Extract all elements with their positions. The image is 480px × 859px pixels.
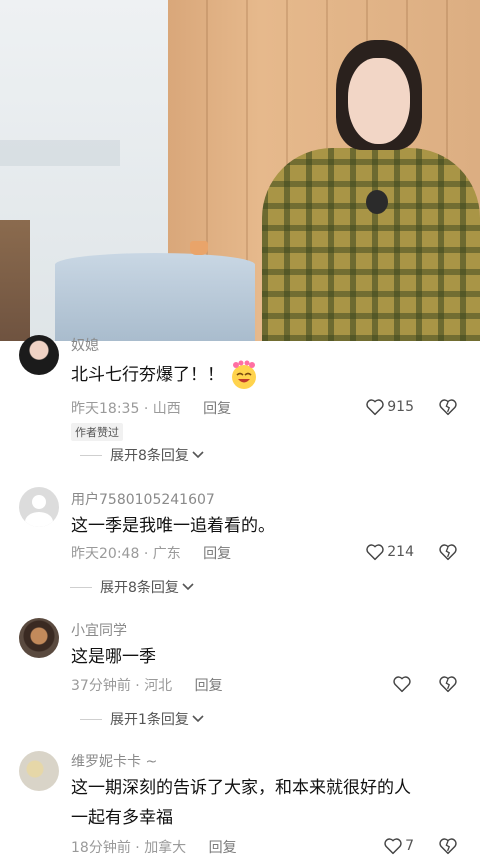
comment-location: 广东	[152, 546, 181, 562]
dislike-button[interactable]	[438, 543, 458, 565]
like-button[interactable]: 7	[383, 837, 414, 855]
comment-username[interactable]: 维罗妮卡卡 ~	[71, 751, 157, 771]
reply-button[interactable]: 回复	[203, 546, 231, 562]
laughing-emoji-icon	[232, 360, 256, 389]
avatar[interactable]	[19, 751, 59, 791]
comment-location: 加拿大	[144, 840, 187, 856]
expand-replies-button[interactable]: 展开1条回复	[80, 709, 204, 729]
comment-username[interactable]: 用户7580105241607	[71, 489, 215, 509]
broken-heart-icon	[439, 399, 457, 416]
comment-time: 昨天18:35	[71, 401, 140, 417]
heart-outline-icon	[384, 838, 402, 855]
comment-username[interactable]: 小宜同学	[71, 620, 127, 640]
comment-time: 37分钟前	[71, 678, 131, 694]
comment-list: 奴媳 北斗七行夯爆了！！ 昨天18:35 · 山西 回复 915 作者赞过 展开…	[0, 335, 480, 856]
like-button[interactable]: 915	[365, 398, 414, 416]
broken-heart-icon	[439, 838, 457, 855]
author-liked-badge: 作者赞过	[71, 423, 123, 441]
dislike-button[interactable]	[438, 398, 458, 420]
heart-outline-icon	[393, 676, 411, 693]
comment-location: 山西	[152, 401, 181, 417]
video-table	[55, 253, 255, 341]
like-button[interactable]	[392, 675, 414, 693]
like-count: 7	[405, 838, 414, 854]
video-player[interactable]	[0, 0, 480, 341]
like-count: 915	[387, 399, 414, 415]
chevron-down-icon	[182, 583, 194, 591]
broken-heart-icon	[439, 676, 457, 693]
comment-meta: 18分钟前 · 加拿大 回复	[71, 840, 237, 856]
comment-time: 昨天20:48	[71, 546, 140, 562]
comment-text: 北斗七行夯爆了！！	[71, 359, 260, 391]
dislike-button[interactable]	[438, 837, 458, 859]
comment-text: 这一季是我唯一追着看的。	[71, 516, 275, 536]
comment-text: 这一期深刻的告诉了大家，和本来就很好的人 一起有多幸福	[71, 778, 411, 828]
expand-replies-button[interactable]: 展开8条回复	[80, 445, 204, 465]
comment-text: 这是哪一季	[71, 647, 156, 667]
broken-heart-icon	[439, 544, 457, 561]
video-shelf	[0, 220, 30, 341]
dislike-button[interactable]	[438, 675, 458, 697]
like-count: 214	[387, 544, 414, 560]
avatar[interactable]	[19, 487, 59, 527]
comment-username[interactable]: 奴媳	[71, 335, 99, 355]
chevron-down-icon	[192, 451, 204, 459]
video-person	[262, 40, 480, 341]
heart-outline-icon	[366, 544, 384, 561]
comment-time: 18分钟前	[71, 840, 131, 856]
comment-meta: 37分钟前 · 河北 回复	[71, 678, 223, 694]
avatar[interactable]	[19, 335, 59, 375]
reply-button[interactable]: 回复	[203, 401, 231, 417]
heart-outline-icon	[366, 399, 384, 416]
like-button[interactable]: 214	[365, 543, 414, 561]
reply-button[interactable]: 回复	[209, 840, 237, 856]
expand-replies-button[interactable]: 展开8条回复	[70, 577, 194, 597]
comment-meta: 昨天20:48 · 广东 回复	[71, 546, 232, 562]
chevron-down-icon	[192, 715, 204, 723]
comment-location: 河北	[144, 678, 173, 694]
reply-button[interactable]: 回复	[195, 678, 223, 694]
comment-meta: 昨天18:35 · 山西 回复	[71, 401, 232, 417]
avatar[interactable]	[19, 618, 59, 658]
